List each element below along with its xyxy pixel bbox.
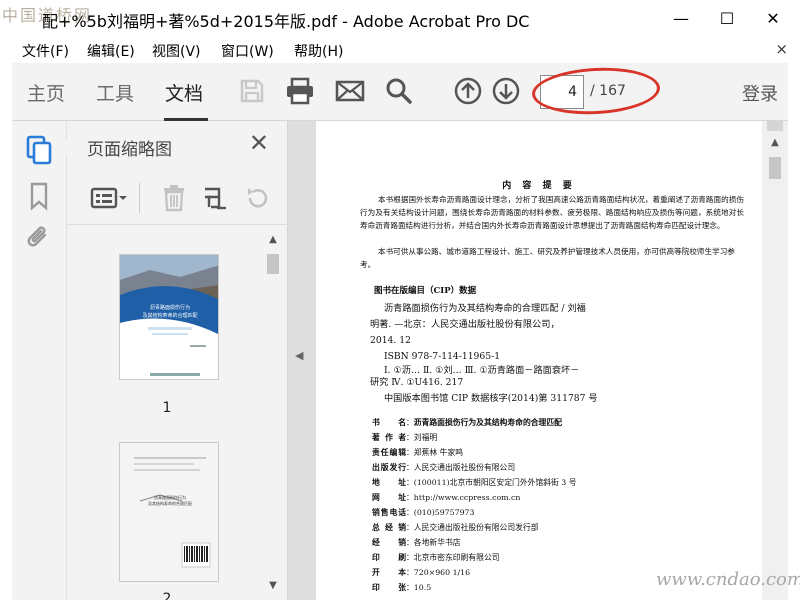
crop-page-icon[interactable] [201,183,229,213]
svg-text:沥青路面损伤行为: 沥青路面损伤行为 [150,304,190,311]
abstract-text: 本书根据国外长寿命沥青路面设计理念，分析了我国高速公路沥青路面结构状况，着重阐述… [360,195,744,230]
close-window-button[interactable]: ✕ [750,0,796,36]
cip-title: 图书在版编目（CIP）数据 [374,286,477,296]
thumbnail-toolbar [67,171,288,225]
login-button[interactable]: 登录 [742,80,778,106]
minimize-icon: — [673,8,689,28]
cover-image-page-1: 沥青路面损伤行为 及其结构寿命的合理匹配 [120,255,218,379]
rotate-page-icon[interactable] [243,183,271,213]
svg-text:及其结构寿命的合理匹配: 及其结构寿命的合理匹配 [142,312,197,319]
credit-row: 网址：http://www.ccpress.com.cn [372,493,521,502]
title-bar: 中国道桥网 配+%5b刘福明+著%5d+2015年版.pdf - Adobe A… [0,0,800,37]
tab-home[interactable]: 主页 [27,79,65,106]
bookmark-icon[interactable] [25,181,53,211]
menu-help[interactable]: 帮助(H) [294,41,343,61]
menu-edit[interactable]: 编辑(E) [87,41,135,61]
maximize-button[interactable]: ☐ [704,0,750,36]
credit-row: 地址：(100011)北京市朝阳区安定门外外馆斜街 3 号 [372,478,577,487]
scroll-up-arrow-icon[interactable]: ▲ [767,135,783,151]
scrollbar-thumb[interactable] [769,157,781,179]
thumbnails-list: 沥青路面损伤行为 及其结构寿命的合理匹配 1 沥青路面损伤行为 及其结构寿命的合… [67,226,288,600]
scroll-up-arrow-icon[interactable]: ▲ [265,232,281,248]
window-title: 配+%5b刘福明+著%5d+2015年版.pdf - Adobe Acrobat… [42,12,530,31]
close-icon: ✕ [766,8,780,28]
main-toolbar: 主页 工具 文档 4 / 167 登录 [12,63,788,121]
search-icon[interactable] [383,75,415,107]
thumbnail-options-icon[interactable] [89,183,129,213]
thumbnail-page-2[interactable]: 沥青路面损伤行为 及其结构寿命的合理匹配 [119,442,219,582]
scrollbar-top-cap [767,121,783,131]
credit-row: 销售电话：(010)59757973 [372,508,475,517]
close-panel-button[interactable]: ✕ [249,129,269,157]
panel-pointer [59,139,67,155]
document-scrollbar[interactable]: ▲ [762,121,788,600]
svg-text:沥青路面损伤行为: 沥青路面损伤行为 [154,494,186,500]
save-icon[interactable] [236,75,268,107]
tab-tools[interactable]: 工具 [96,79,134,106]
page-thumbnails-icon[interactable] [25,135,53,165]
close-document-button[interactable]: × [775,40,788,58]
scroll-down-arrow-icon[interactable]: ▼ [265,578,281,594]
cip-classification: 研究 Ⅳ. ①U416. 217 [370,377,464,388]
tab-document[interactable]: 文档 [165,79,203,106]
page-thumbnails-panel: 页面缩略图 ✕ 沥青路面损伤行为 及其结构寿命的合理匹配 1 沥青路面损伤行为 … [59,121,288,600]
credit-row: 出版发行：人民交通出版社股份有限公司 [372,463,516,472]
maximize-icon: ☐ [719,8,735,28]
cip-line: 2014. 12 [370,335,411,346]
page-up-icon[interactable] [452,75,484,107]
credit-row: 经销：各地新华书店 [372,538,461,547]
scrollbar-thumb[interactable] [267,254,279,274]
cip-line: 明著. —北京：人民交通出版社股份有限公司， [370,319,560,330]
thumbnail-page-number: 1 [162,400,172,416]
svg-text:及其结构寿命的合理匹配: 及其结构寿命的合理匹配 [148,500,192,506]
menu-bar: 文件(F) 编辑(E) 视图(V) 窗口(W) 帮助(H) × [0,37,800,63]
thumbnail-page-1[interactable]: 沥青路面损伤行为 及其结构寿命的合理匹配 [119,254,219,380]
credit-row: 总经销：人民交通出版社股份有限公司发行部 [372,523,539,532]
cip-record: 中国版本图书馆 CIP 数据核字(2014)第 311787 号 [384,393,598,404]
menu-window[interactable]: 窗口(W) [221,41,274,61]
credit-row: 著作者：刘福明 [372,433,438,442]
document-page: 内 容 提 要 本书根据国外长寿命沥青路面设计理念，分析了我国高速公路沥青路面结… [316,121,762,600]
credit-row: 印刷：北京市密东印刷有限公司 [372,553,500,562]
credit-row: 责任编辑：郑蕉林 牛家鸣 [372,448,464,457]
minimize-button[interactable]: — [658,0,704,36]
audience-text: 本书可供从事公路、城市道路工程设计、施工、研究及养护管理技术人员使用，亦可供高等… [360,247,735,269]
menu-file[interactable]: 文件(F) [22,41,69,61]
credit-row: 书名：沥青路面损伤行为及其结构寿命的合理匹配 [372,418,562,427]
collapse-panel-arrow-icon[interactable]: ◀ [295,349,303,362]
document-view: ◀ 内 容 提 要 本书根据国外长寿命沥青路面设计理念，分析了我国高速公路沥青路… [288,121,788,600]
page-down-icon[interactable] [490,75,522,107]
site-watermark-url: www.cndao.com [656,569,800,590]
credit-row: 印张：10.5 [372,583,432,592]
panel-title: 页面缩略图 [87,140,172,160]
cip-line: 沥青路面损伤行为及其结构寿命的合理匹配 / 刘福 [384,303,586,314]
toolbar-divider [139,183,140,213]
highlight-annotation-oval [530,64,662,118]
attachment-icon[interactable] [25,223,53,253]
back-cover-image-page-2: 沥青路面损伤行为 及其结构寿命的合理匹配 [120,443,218,581]
thumbnails-scrollbar[interactable]: ▲ ▼ [265,232,281,594]
thumbnail-page-number: 2 [162,591,172,600]
menu-view[interactable]: 视图(V) [152,41,201,61]
delete-page-icon[interactable] [161,183,187,213]
mail-icon[interactable] [334,75,366,107]
navigation-rail [12,121,67,600]
credit-row: 开本：720×960 1/16 [372,568,471,577]
page-heading: 内 容 提 要 [502,181,576,191]
print-icon[interactable] [284,75,316,107]
